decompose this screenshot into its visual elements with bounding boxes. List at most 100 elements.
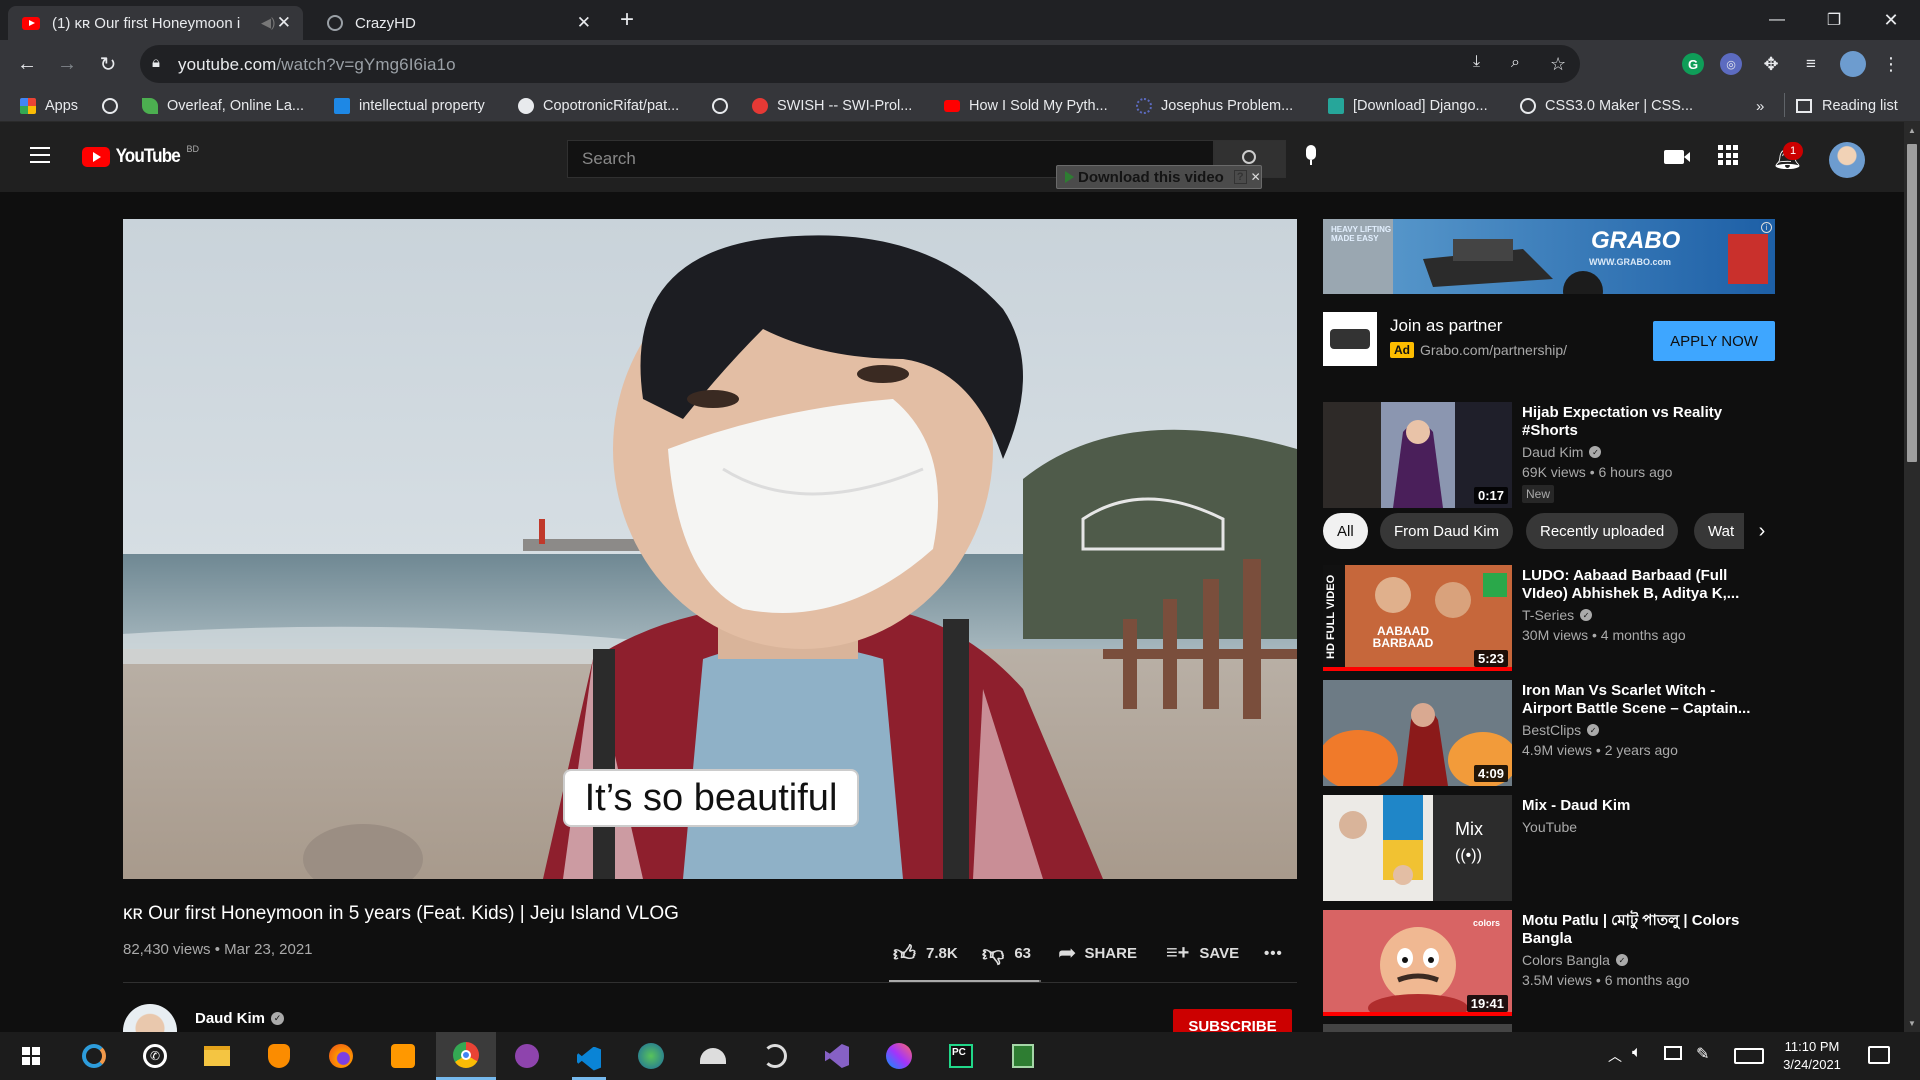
volume-icon[interactable]: 🔈︎ [1632,1044,1642,1062]
subscribe-button[interactable]: SUBSCRIBE [1173,1009,1292,1032]
zoom-icon[interactable]: ⌕ [1511,54,1520,72]
address-bar[interactable]: 🔒︎ youtube.com/watch?v=gYmg6I6ia1o ☆ ⌕ ⤓ [140,45,1580,83]
pycharm-icon[interactable]: PC [944,1040,978,1072]
bookmark-youtube-video[interactable]: How I Sold My Pyth... [944,95,1108,117]
file-explorer-icon[interactable] [200,1040,234,1072]
ad-banner[interactable]: HEAVY LIFTING MADE EASY GRABO WWW.GRABO.… [1323,219,1775,294]
youtube-logo[interactable]: YouTube BD [82,144,199,168]
tray-chevron-icon[interactable]: ︿ [1608,1046,1622,1066]
bookmark-ip[interactable]: intellectual property [334,95,485,117]
ad-title[interactable]: Join as partner [1390,316,1502,336]
profile-avatar[interactable] [1840,51,1866,77]
vscode-icon[interactable] [572,1040,606,1080]
close-icon[interactable]: ✕ [1251,170,1261,184]
share-button[interactable]: ➦ SHARE [1058,938,1137,968]
scroll-down-arrow-icon[interactable]: ▼ [1908,1019,1916,1028]
grammarly-extension-icon[interactable]: G [1682,53,1704,75]
bookmark-swish[interactable]: SWISH -- SWI-Prol... [752,95,912,117]
video-player[interactable]: It’s so beautiful [123,219,1297,879]
bookmark-apps[interactable]: Apps [20,95,78,117]
forward-arrow-icon[interactable]: → [55,52,79,76]
search-app-icon[interactable] [77,1040,111,1072]
chrome-taskbar-icon[interactable] [436,1032,496,1080]
recommended-video[interactable]: colors 19:41 Motu Patlu | মোটু পাতলু | C… [1323,910,1883,1016]
whatsapp-icon[interactable]: ✆ [138,1040,172,1072]
close-tab-icon[interactable]: ✕ [577,13,591,33]
create-video-icon[interactable] [1664,150,1690,164]
firefox-icon[interactable] [324,1040,358,1072]
bookmark-star-icon[interactable]: ☆ [1550,54,1566,75]
bookmark-globe[interactable] [102,95,127,117]
chip-watched[interactable]: Wat [1694,513,1744,549]
close-window-icon[interactable]: ✕ [1862,0,1920,40]
video-stats: 4.9M views • 2 years ago [1522,742,1678,758]
apply-now-button[interactable]: APPLY NOW [1653,321,1775,361]
microphone-icon[interactable] [1304,145,1318,167]
dislike-button[interactable]: 👎︎ 63 [982,938,1031,968]
ad-info-icon[interactable]: i [1761,222,1772,233]
action-center-icon[interactable] [1868,1046,1890,1064]
chip-from-daud-kim[interactable]: From Daud Kim [1380,513,1514,549]
spreadsheet-app-icon[interactable] [1006,1040,1040,1072]
scrollbar-thumb[interactable] [1907,144,1917,462]
sublime-like-app-icon[interactable] [386,1040,420,1072]
channel-name: Colors Bangla ✓ [1522,952,1628,968]
windows-start-icon[interactable] [14,1040,48,1072]
install-icon[interactable]: ⤓ [1473,53,1480,71]
save-button[interactable]: ≡+ SAVE [1166,938,1239,968]
umbrella-app-icon[interactable] [696,1040,730,1072]
bookmark-css-maker[interactable]: CSS3.0 Maker | CSS... [1520,95,1693,117]
channel-name-link[interactable]: Daud Kim ✓ [195,1010,285,1027]
new-tab-button[interactable]: + [620,6,634,34]
channel-avatar[interactable] [123,1004,177,1032]
satellite-app-icon[interactable] [758,1040,792,1072]
hamburger-menu-icon[interactable] [30,147,50,163]
close-tab-icon[interactable]: ✕ [277,13,291,33]
video-duration: 0:17 [1473,487,1508,504]
recommended-video[interactable]: HD FULL VIDEO AABAAD BARBAAD 5:23 LUDO: … [1323,565,1883,671]
page-scrollbar[interactable]: ▲ ▼ [1904,122,1920,1032]
reading-list-button[interactable]: Reading list [1796,95,1898,117]
earth-app-icon[interactable] [634,1040,668,1072]
restore-icon[interactable]: ❐ [1805,0,1863,40]
bookmarks-overflow-chevron[interactable]: » [1756,95,1764,117]
media-queue-icon[interactable]: ≡ [1800,53,1822,75]
help-icon[interactable]: ? [1233,170,1247,184]
bookmark-overleaf[interactable]: Overleaf, Online La... [142,95,304,117]
back-arrow-icon[interactable]: ← [15,52,39,76]
puzzle-extensions-icon[interactable]: ✥ [1760,53,1782,75]
messenger-icon[interactable] [882,1040,916,1072]
menu-kebab-icon[interactable]: ⋮ [1880,53,1902,75]
pen-icon[interactable]: ✎ [1696,1044,1709,1064]
visual-studio-icon[interactable] [820,1040,854,1072]
tab-title: (1) ĸʀ Our first Honeymoon i [52,14,241,32]
recommended-video[interactable]: 0:17 Hijab Expectation vs Reality #Short… [1323,402,1883,508]
tab-youtube[interactable]: (1) ĸʀ Our first Honeymoon i ◀) ✕ [8,6,303,40]
keyboard-icon[interactable] [1734,1048,1764,1064]
recommended-video[interactable]: 4:09 Iron Man Vs Scarlet Witch - Airport… [1323,680,1883,786]
advertiser-logo[interactable] [1323,312,1377,366]
bookmark-django[interactable]: [Download] Django... [1328,95,1488,117]
more-actions-button[interactable]: ••• [1264,938,1283,968]
brave-browser-icon[interactable] [262,1040,296,1072]
extension-icon[interactable]: ◎ [1720,53,1742,75]
scroll-up-arrow-icon[interactable]: ▲ [1908,126,1916,135]
recommended-mix[interactable]: Mix ((•)) Mix - Daud Kim YouTube [1323,795,1883,901]
bookmark-josephus[interactable]: Josephus Problem... [1136,95,1293,117]
chip-recently-uploaded[interactable]: Recently uploaded [1526,513,1679,549]
reload-icon[interactable]: ↻ [96,52,120,76]
account-avatar[interactable] [1829,142,1865,178]
bookmark-github[interactable]: CopotronicRifat/pat... [518,95,679,117]
like-button[interactable]: 👍︎ 7.8K [893,938,958,968]
network-icon[interactable] [1664,1046,1682,1060]
download-video-bar[interactable]: Download this video ? ✕ [1056,165,1262,189]
tab-crazyhd[interactable]: CrazyHD ✕ [313,6,603,40]
minimize-icon[interactable]: — [1748,0,1806,40]
bookmark-globe-2[interactable] [712,95,737,117]
chevron-right-icon[interactable]: › [1744,513,1780,549]
github-desktop-icon[interactable] [510,1040,544,1072]
clock[interactable]: 11:10 PM 3/24/2021 [1772,1038,1852,1074]
new-badge: New [1522,485,1555,503]
apps-grid-icon[interactable] [1718,145,1738,165]
chip-all[interactable]: All [1323,513,1368,549]
